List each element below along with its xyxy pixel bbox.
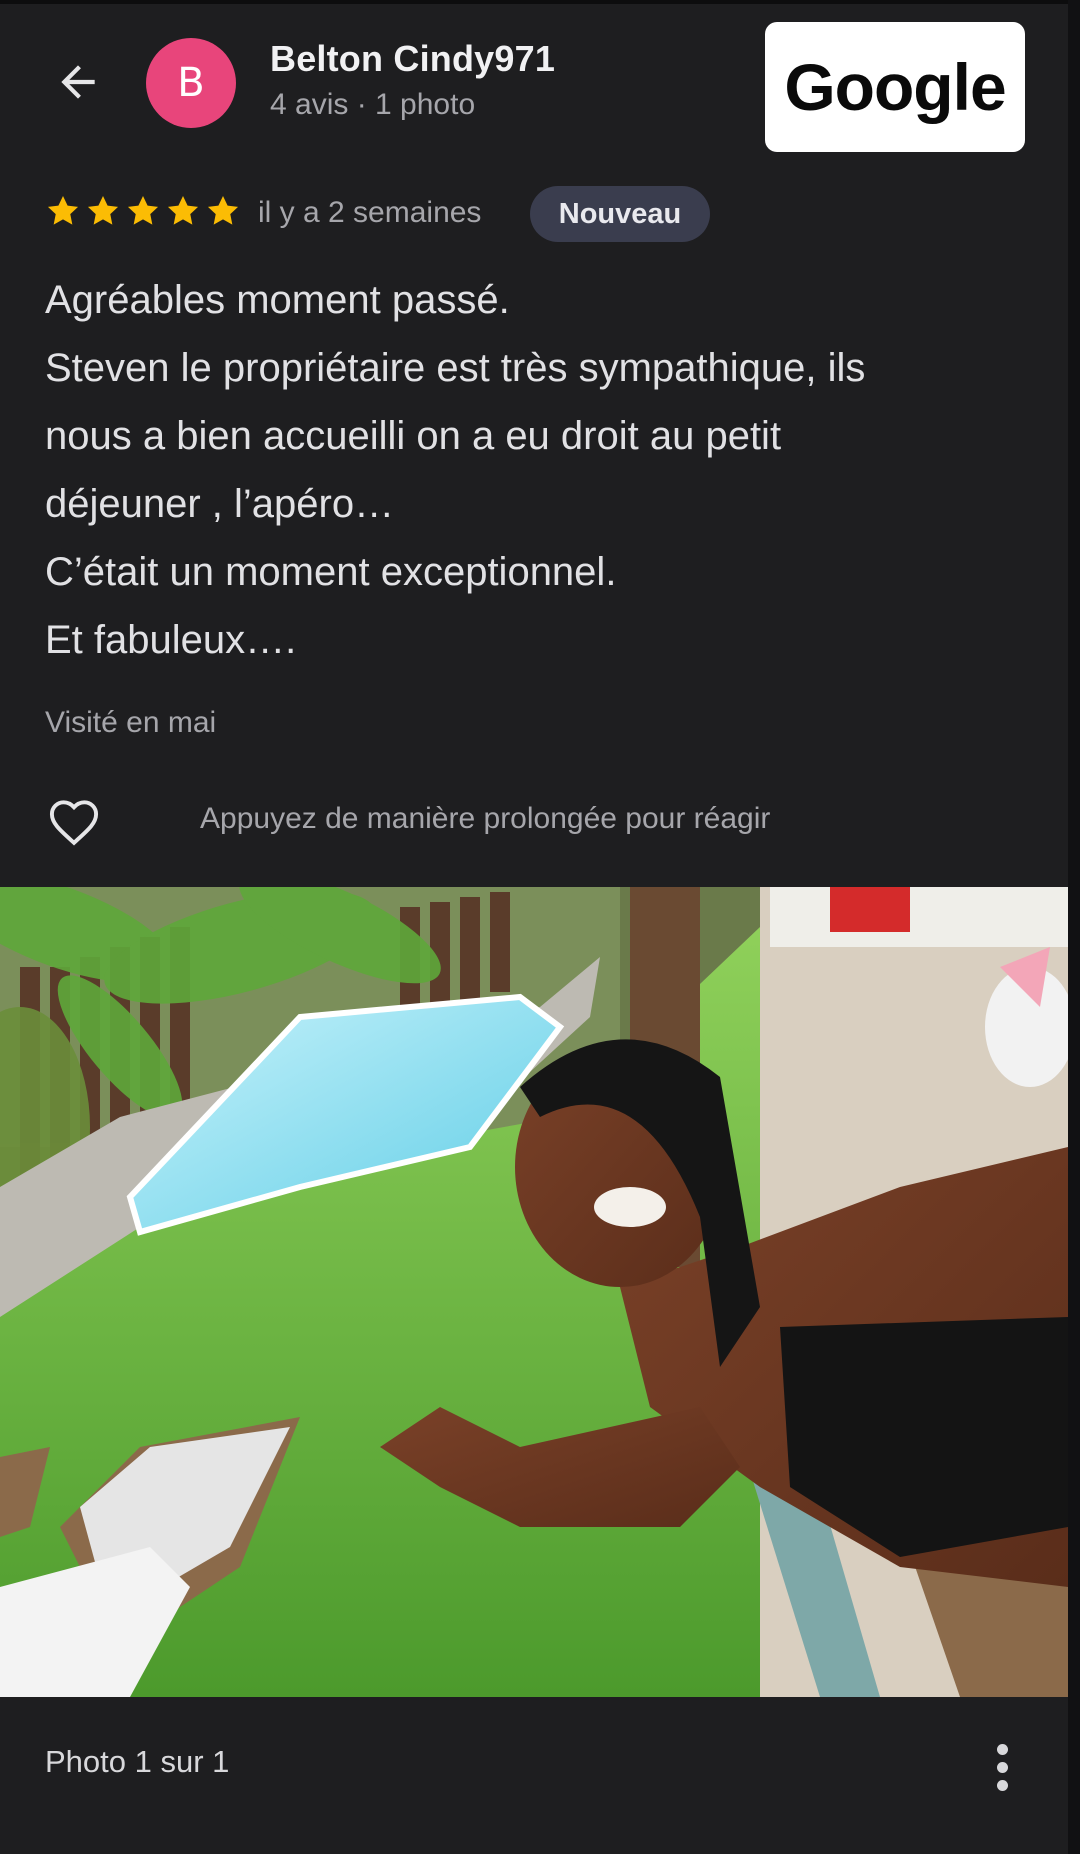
visit-date: Visité en mai	[45, 706, 217, 739]
star-icon	[87, 195, 119, 225]
review-text-line: déjeuner , l’apéro…	[45, 482, 395, 526]
star-icon	[127, 195, 159, 225]
google-logo: Google	[765, 22, 1025, 152]
react-button[interactable]: Appuyez de manière prolongée pour réagir	[44, 790, 770, 850]
avatar[interactable]: B	[146, 38, 236, 128]
star-icon	[207, 195, 239, 225]
review-photo[interactable]	[0, 887, 1068, 1697]
right-edge	[1068, 0, 1080, 1854]
more-vertical-icon	[996, 1779, 1008, 1791]
more-vertical-icon	[996, 1761, 1008, 1773]
star-rating	[44, 192, 242, 230]
review-text-line: nous a bien accueilli on a eu droit au p…	[45, 414, 782, 458]
new-badge-label: Nouveau	[558, 197, 682, 230]
review-text-line: Steven le propriétaire est très sympathi…	[45, 346, 866, 390]
star-icon	[47, 195, 79, 225]
review-text-line: C’était un moment exceptionnel.	[45, 550, 617, 594]
heart-outline-icon	[49, 800, 99, 846]
reviewer-name[interactable]: Belton Cindy971	[270, 38, 555, 80]
reviewer-stats: 4 avis · 1 photo	[270, 88, 476, 121]
review-photo-viewer: B Belton Cindy971 4 avis · 1 photo Googl…	[0, 0, 1080, 1854]
photo-counter: Photo 1 sur 1	[45, 1744, 230, 1779]
star-icon	[167, 195, 199, 225]
back-button[interactable]	[48, 52, 108, 112]
google-label: Google	[784, 50, 1006, 124]
review-text-line: Et fabuleux….	[45, 618, 297, 662]
arrow-left-icon	[61, 65, 95, 99]
review-text-line: Agréables moment passé.	[45, 278, 510, 322]
more-vertical-icon	[996, 1743, 1008, 1755]
more-options-button[interactable]	[976, 1732, 1028, 1802]
react-hint: Appuyez de manière prolongée pour réagir	[200, 802, 771, 835]
new-badge: Nouveau	[530, 186, 710, 242]
review-date: il y a 2 semaines	[258, 196, 482, 229]
top-edge	[0, 0, 1080, 4]
photo-illustration	[0, 887, 1068, 1697]
avatar-letter: B	[177, 60, 205, 106]
